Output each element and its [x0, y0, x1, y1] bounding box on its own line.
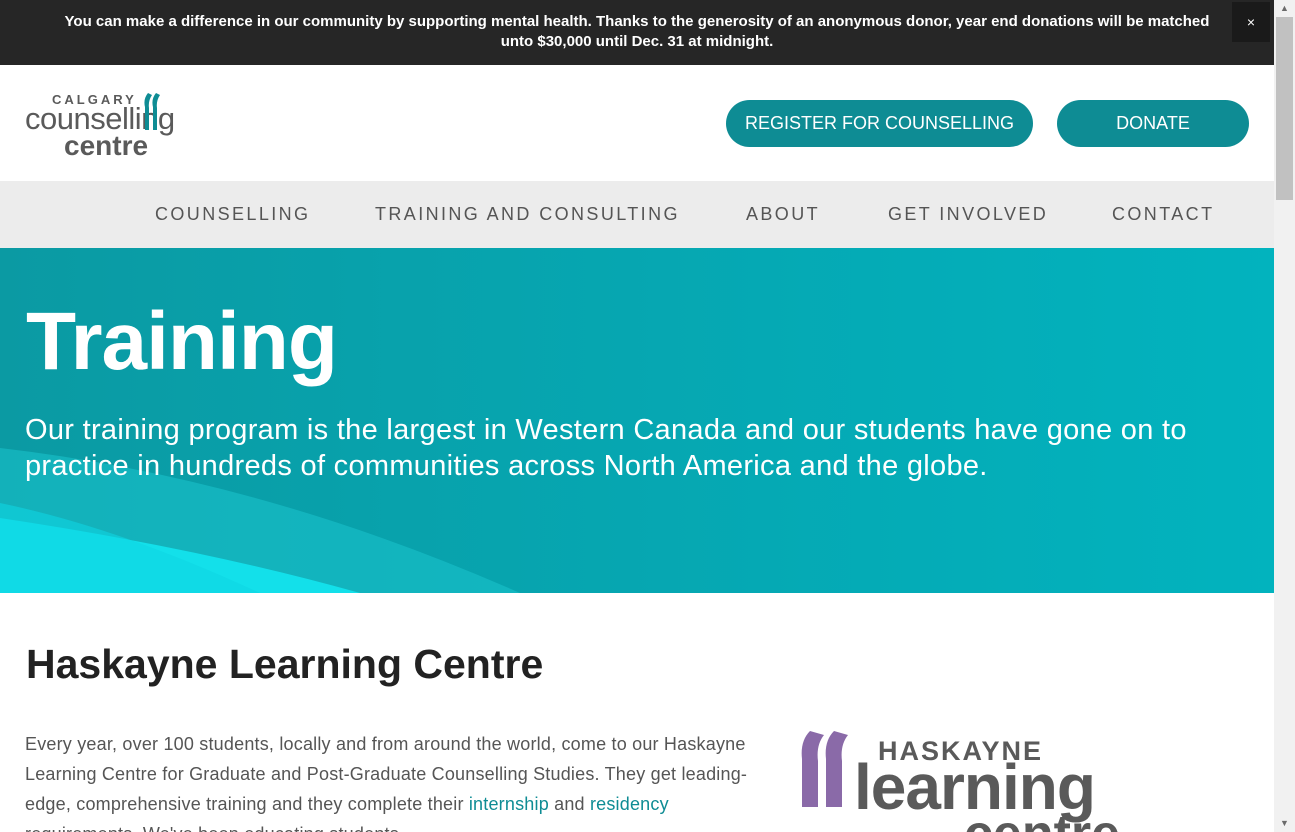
- register-for-counselling-button[interactable]: REGISTER FOR COUNSELLING: [726, 100, 1033, 147]
- nav-item-counselling[interactable]: COUNSELLING: [155, 181, 310, 248]
- page-scrollbar[interactable]: ▲ ▼: [1274, 0, 1295, 832]
- main-navigation: COUNSELLING TRAINING AND CONSULTING ABOU…: [0, 181, 1274, 248]
- register-button-label: REGISTER FOR COUNSELLING: [744, 113, 1015, 133]
- announcement-text: You can make a difference in our communi…: [64, 13, 1210, 50]
- nav-item-about[interactable]: ABOUT: [746, 181, 820, 248]
- logo-line-centre: centre: [64, 130, 148, 160]
- body-text-part2: requirements. We've been educating stude…: [25, 824, 399, 832]
- nav-item-get-involved[interactable]: GET INVOLVED: [888, 181, 1048, 248]
- body-text-and: and: [548, 794, 590, 814]
- section-body-text: Every year, over 100 students, locally a…: [25, 729, 755, 832]
- hero-banner: Training Our training program is the lar…: [0, 248, 1274, 593]
- donate-button-label: DONATE: [1116, 113, 1190, 133]
- close-icon: ×: [1246, 14, 1256, 30]
- scroll-up-icon[interactable]: ▲: [1274, 0, 1295, 17]
- hlc-line-centre: centre: [964, 805, 1120, 832]
- scroll-down-icon[interactable]: ▼: [1274, 815, 1295, 832]
- hlc-purple-mark: [801, 731, 848, 807]
- nav-item-contact[interactable]: CONTACT: [1112, 181, 1214, 248]
- nav-item-training-and-consulting[interactable]: TRAINING AND CONSULTING: [375, 181, 680, 248]
- calgary-counselling-centre-logo[interactable]: CALGARY counselling centre: [24, 88, 224, 160]
- scrollbar-thumb[interactable]: [1276, 17, 1293, 200]
- donate-button[interactable]: DONATE: [1057, 100, 1249, 147]
- internship-link[interactable]: internship: [469, 794, 549, 814]
- page-title: Training: [26, 296, 338, 387]
- section-title: Haskayne Learning Centre: [26, 641, 544, 687]
- close-announcement-button[interactable]: ×: [1232, 2, 1270, 42]
- residency-link[interactable]: residency: [590, 794, 669, 814]
- announcement-bar: You can make a difference in our communi…: [0, 0, 1274, 65]
- hero-description: Our training program is the largest in W…: [25, 414, 1187, 482]
- haskayne-learning-centre-logo: HASKAYNE learning centre: [801, 731, 1120, 832]
